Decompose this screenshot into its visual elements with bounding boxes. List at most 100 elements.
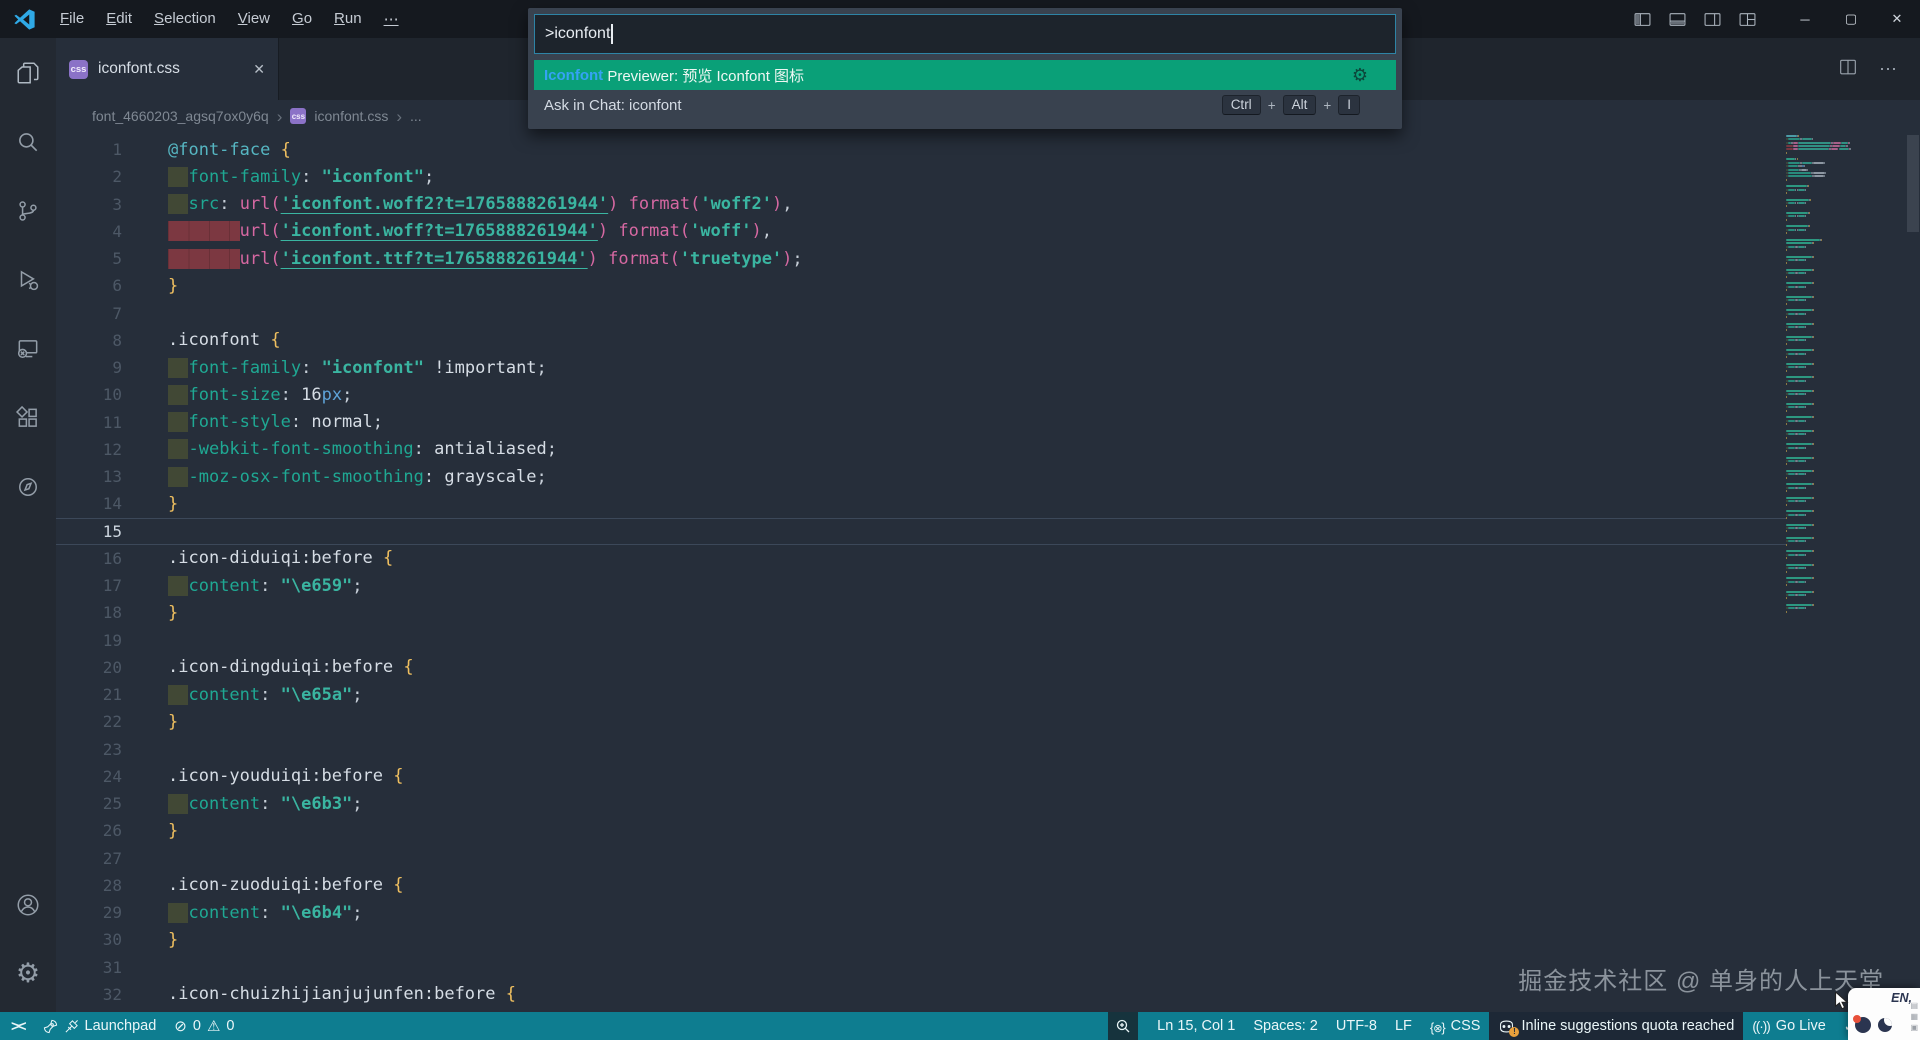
remote-preview-icon[interactable] [0, 314, 56, 383]
settings-gear-icon[interactable]: ⚙ [0, 939, 56, 1008]
plug-icon [64, 1019, 79, 1034]
line-number: 27 [102, 848, 122, 868]
compass-icon[interactable] [0, 452, 56, 521]
minimap-line [1788, 161, 1800, 164]
line-number: 6 [112, 276, 122, 296]
minimap-line [1813, 349, 1815, 352]
minimap-line [1804, 312, 1806, 315]
scrollbar-thumb[interactable] [1907, 135, 1919, 232]
copilot-status[interactable]: ! Inline suggestions quota reached [1489, 1012, 1744, 1040]
minimap-line [1813, 255, 1815, 258]
line-number: 15 [102, 521, 122, 541]
menu-selection[interactable]: Selection [143, 10, 227, 28]
minimap-line [1786, 597, 1788, 600]
layout-sidebar-right-icon[interactable] [1704, 11, 1721, 28]
line-number: 3 [112, 194, 122, 214]
code-token: ; [536, 357, 547, 378]
code-token: 'woff2' [700, 194, 772, 215]
minimap-line [1786, 409, 1788, 412]
code-line: 3 src: url('iconfont.woff2?t=17658882619… [56, 191, 1786, 218]
code-token: ; [342, 384, 353, 405]
minimap-line [1813, 483, 1815, 486]
minimap-line [1823, 161, 1825, 164]
code-token: 'woff' [690, 221, 752, 242]
command-palette: >iconfont Iconfont Previewer: 预览 Iconfon… [528, 8, 1402, 129]
account-icon[interactable] [0, 870, 56, 939]
minimap[interactable] [1786, 135, 1906, 1012]
tab-iconfont-css[interactable]: css iconfont.css ✕ [56, 38, 279, 100]
command-input[interactable]: >iconfont [534, 14, 1396, 54]
run-debug-icon[interactable] [0, 245, 56, 314]
scrollbar[interactable] [1906, 135, 1920, 1012]
titlebar-actions: ─ ▢ ✕ [1634, 0, 1920, 38]
palette-item-iconfont-previewer[interactable]: Iconfont Previewer: 预览 Iconfont 图标 ⚙ [534, 60, 1396, 90]
zoom-indicator[interactable] [1108, 1012, 1139, 1040]
cursor-position[interactable]: Ln 15, Col 1 [1148, 1012, 1244, 1040]
menu-run[interactable]: Run [323, 10, 373, 28]
explorer-icon[interactable] [0, 38, 56, 107]
problems-indicator[interactable]: ⊘ 0 ⚠ 0 [165, 1012, 243, 1040]
split-editor-icon[interactable] [1839, 58, 1857, 81]
code-line: 29 content: "\e6b4"; [56, 899, 1786, 926]
remote-indicator[interactable]: >< [2, 1012, 34, 1040]
menu-file[interactable]: File [49, 10, 95, 28]
minimap-line [1808, 185, 1810, 188]
code-token: : [301, 166, 312, 187]
layout-customize-icon[interactable] [1739, 11, 1756, 28]
code-token: : [301, 357, 312, 378]
minimap-line [1804, 446, 1806, 449]
more-actions-icon[interactable]: ⋯ [1879, 59, 1898, 80]
code-lines[interactable]: 1 @font-face {2 font-family: "iconfont"; 3… [56, 132, 1786, 1012]
minimize-button[interactable]: ─ [1782, 0, 1828, 38]
ime-app-icon[interactable] [1853, 1015, 1871, 1033]
code-token: ; [352, 902, 363, 923]
maximize-button[interactable]: ▢ [1828, 0, 1874, 38]
minimap-line [1786, 604, 1813, 606]
errors-icon: ⊘ [174, 1018, 187, 1035]
search-icon[interactable] [0, 107, 56, 176]
menu-view[interactable]: View [227, 10, 281, 28]
minimap-line [1797, 215, 1805, 218]
layout-sidebar-left-icon[interactable] [1634, 11, 1651, 28]
code-token: font-family [188, 166, 302, 187]
configure-keybinding-gear-icon[interactable]: ⚙ [1352, 66, 1368, 84]
palette-item-ask-in-chat[interactable]: Ask in Chat: iconfont Ctrl + Alt + I [534, 90, 1396, 120]
code-token: , [761, 221, 772, 242]
source-control-icon[interactable] [0, 176, 56, 245]
minimap-line [1804, 245, 1806, 248]
menu-more-icon[interactable]: ⋯ [373, 10, 410, 28]
launchpad-button[interactable]: Launchpad [34, 1012, 166, 1040]
layout-panel-icon[interactable] [1669, 11, 1686, 28]
code-token: ; [546, 439, 557, 460]
menu-go[interactable]: Go [281, 10, 323, 28]
code-token: 'truetype' [679, 248, 783, 269]
code-line: 24 .icon-youduiqi:before { [56, 763, 1786, 790]
indentation-status[interactable]: Spaces: 2 [1244, 1012, 1327, 1040]
close-tab-icon[interactable]: ✕ [253, 61, 265, 78]
code-line: 12 -webkit-font-smoothing: antialiased; [56, 436, 1786, 463]
minimap-line [1804, 567, 1806, 570]
editor: font_4660203_agsq7ox0y6q › css iconfont.… [56, 100, 1920, 1012]
minimap-line [1786, 443, 1813, 446]
breadcrumb-symbol[interactable]: ... [410, 108, 422, 124]
activity-bar-bottom: ⚙ [0, 870, 56, 1008]
moon-icon[interactable] [1878, 1018, 1892, 1032]
minimap-line [1786, 463, 1788, 466]
code-token: ) [751, 221, 762, 242]
menu-edit[interactable]: Edit [95, 10, 143, 28]
go-live-button[interactable]: ((·)) Go Live [1743, 1012, 1834, 1040]
breadcrumb-file[interactable]: iconfont.css [314, 108, 388, 124]
minimap-line [1786, 423, 1788, 426]
minimap-line [1849, 141, 1851, 144]
close-window-button[interactable]: ✕ [1874, 0, 1920, 38]
activity-bar: ⚙ [0, 38, 56, 1012]
language-mode[interactable]: {⊗} CSS [1421, 1012, 1490, 1040]
breadcrumb-folder[interactable]: font_4660203_agsq7ox0y6q [92, 108, 269, 124]
extensions-icon[interactable] [0, 383, 56, 452]
minimap-line [1797, 500, 1805, 503]
ime-mini-icons[interactable]: ▤ ▦ ▣ [1910, 1002, 1918, 1032]
minimap-line [1804, 352, 1806, 355]
eol-status[interactable]: LF [1386, 1012, 1421, 1040]
encoding-status[interactable]: UTF-8 [1327, 1012, 1386, 1040]
